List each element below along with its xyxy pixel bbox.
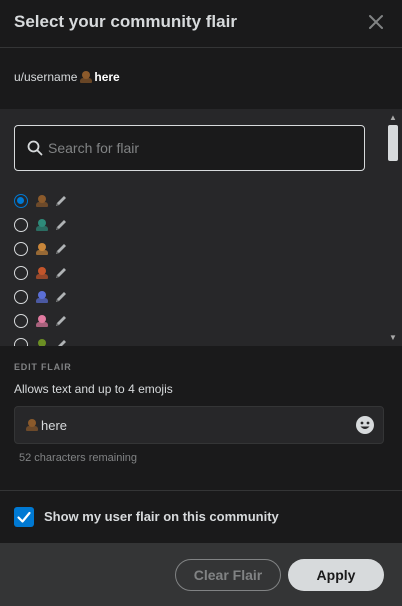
- flair-emoji-icon: [35, 242, 49, 256]
- scrollbar-thumb[interactable]: [388, 125, 398, 161]
- modal-header: Select your community flair: [0, 0, 402, 48]
- pencil-icon[interactable]: [54, 218, 68, 232]
- pencil-icon[interactable]: [54, 194, 68, 208]
- flair-text-input[interactable]: here: [14, 406, 384, 444]
- edit-flair-section: EDIT FLAIR Allows text and up to 4 emoji…: [0, 346, 402, 491]
- show-flair-label[interactable]: Show my user flair on this community: [44, 509, 279, 524]
- search-icon: [27, 140, 43, 156]
- search-input[interactable]: Search for flair: [14, 125, 365, 171]
- flair-option[interactable]: [14, 311, 68, 331]
- pencil-icon[interactable]: [54, 242, 68, 256]
- flair-emoji-icon: [35, 218, 49, 232]
- scroll-up-icon[interactable]: ▲: [389, 113, 397, 122]
- flair-option[interactable]: [14, 215, 68, 235]
- modal-footer: Clear Flair Apply: [0, 543, 402, 606]
- flair-input-value: here: [41, 417, 68, 433]
- flair-option[interactable]: [14, 287, 68, 307]
- checkmark-icon: [17, 511, 31, 523]
- apply-button[interactable]: Apply: [288, 559, 384, 591]
- flair-radio[interactable]: [14, 266, 28, 280]
- preview-flair-text: here: [94, 70, 120, 84]
- flair-radio[interactable]: [14, 194, 28, 208]
- flair-emoji-icon: [35, 338, 49, 346]
- flair-option[interactable]: [14, 263, 68, 283]
- pencil-icon[interactable]: [54, 266, 68, 280]
- flair-emoji-icon: [35, 266, 49, 280]
- show-flair-checkbox[interactable]: [14, 507, 34, 527]
- flair-emoji-icon: [35, 290, 49, 304]
- search-placeholder: Search for flair: [48, 140, 140, 156]
- flair-option[interactable]: [14, 239, 68, 259]
- flair-radio[interactable]: [14, 338, 28, 346]
- pencil-icon[interactable]: [54, 338, 68, 346]
- edit-flair-help: Allows text and up to 4 emojis: [14, 382, 173, 396]
- characters-remaining: 52 characters remaining: [19, 452, 138, 464]
- emoji-picker-icon[interactable]: [355, 415, 375, 435]
- scrollbar[interactable]: ▲ ▼: [386, 109, 400, 346]
- pencil-icon[interactable]: [54, 290, 68, 304]
- flair-radio[interactable]: [14, 290, 28, 304]
- preview-username: u/username: [14, 70, 78, 84]
- show-flair-row: Show my user flair on this community: [0, 491, 402, 543]
- preview-line: u/username here: [14, 70, 120, 84]
- modal-title: Select your community flair: [14, 12, 237, 31]
- flair-list-panel: Search for flair ▲ ▼: [0, 109, 402, 346]
- flair-option[interactable]: [14, 335, 68, 346]
- scroll-down-icon[interactable]: ▼: [389, 333, 397, 342]
- flair-preview: u/username here: [0, 49, 402, 109]
- flair-emoji-icon: [35, 314, 49, 328]
- close-icon[interactable]: [366, 12, 386, 32]
- pencil-icon[interactable]: [54, 314, 68, 328]
- clear-flair-button[interactable]: Clear Flair: [175, 559, 281, 591]
- flair-emoji-icon: [79, 70, 93, 84]
- edit-flair-label: EDIT FLAIR: [14, 362, 72, 372]
- flair-emoji-icon: [25, 418, 39, 432]
- flair-radio[interactable]: [14, 314, 28, 328]
- flair-option[interactable]: [14, 191, 68, 211]
- flair-radio[interactable]: [14, 218, 28, 232]
- flair-radio[interactable]: [14, 242, 28, 256]
- flair-emoji-icon: [35, 194, 49, 208]
